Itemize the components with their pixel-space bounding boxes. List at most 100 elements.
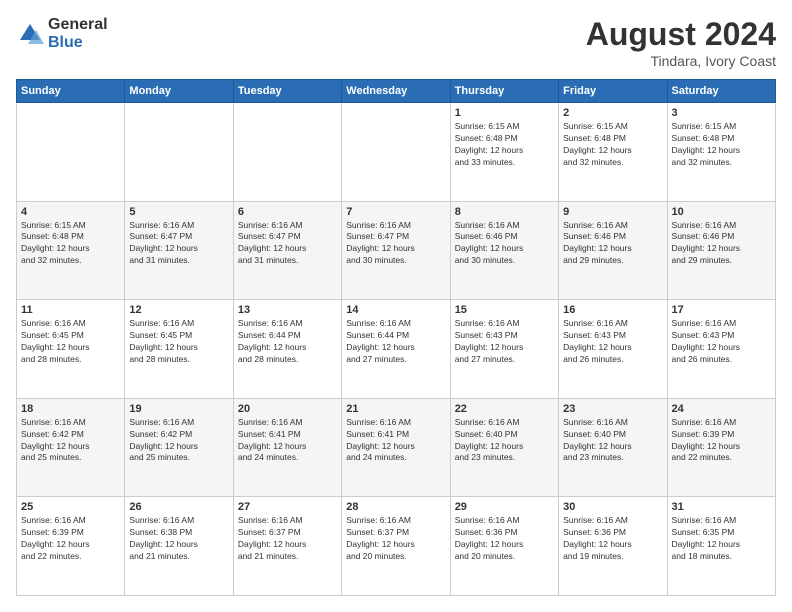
day-info: Sunrise: 6:16 AMSunset: 6:43 PMDaylight:… [563, 318, 662, 366]
day-number: 1 [455, 107, 554, 119]
day-number: 27 [238, 501, 337, 513]
page: General Blue August 2024 Tindara, Ivory … [0, 0, 792, 612]
day-number: 24 [672, 403, 771, 415]
calendar-cell-2-4: 15 Sunrise: 6:16 AMSunset: 6:43 PMDayligh… [450, 300, 558, 399]
calendar-cell-4-4: 29Sunrise: 6:16 AMSunset: 6:36 PMDayligh… [450, 497, 558, 596]
day-info: Sunrise: 6:16 AMSunset: 6:35 PMDaylight:… [672, 515, 771, 563]
day-info: Sunrise: 6:16 AMSunset: 6:39 PMDaylight:… [672, 417, 771, 465]
week-row-1: 1 Sunrise: 6:15 AMSunset: 6:48 PMDaylight… [17, 103, 776, 202]
day-number: 10 [672, 206, 771, 218]
day-number: 28 [346, 501, 445, 513]
day-info: Sunrise: 6:16 AMSunset: 6:44 PMDaylight:… [346, 318, 445, 366]
day-info: Sunrise: 6:16 AMSunset: 6:42 PMDaylight:… [129, 417, 228, 465]
day-info: Sunrise: 6:15 AMSunset: 6:48 PMDaylight:… [21, 220, 120, 268]
calendar-cell-0-0 [17, 103, 125, 202]
day-info: Sunrise: 6:16 AMSunset: 6:37 PMDaylight:… [238, 515, 337, 563]
logo: General Blue [16, 16, 108, 51]
day-info: Sunrise: 6:16 AMSunset: 6:44 PMDaylight:… [238, 318, 337, 366]
calendar-cell-1-0: 4 Sunrise: 6:15 AMSunset: 6:48 PMDaylight… [17, 201, 125, 300]
day-number: 3 [672, 107, 771, 119]
day-number: 31 [672, 501, 771, 513]
calendar-header-row: Sunday Monday Tuesday Wednesday Thursday… [17, 80, 776, 103]
day-info: Sunrise: 6:15 AMSunset: 6:48 PMDaylight:… [672, 121, 771, 169]
day-number: 30 [563, 501, 662, 513]
day-number: 11 [21, 304, 120, 316]
week-row-2: 4 Sunrise: 6:15 AMSunset: 6:48 PMDaylight… [17, 201, 776, 300]
day-info: Sunrise: 6:16 AMSunset: 6:41 PMDaylight:… [238, 417, 337, 465]
col-saturday: Saturday [667, 80, 775, 103]
day-info: Sunrise: 6:16 AMSunset: 6:42 PMDaylight:… [21, 417, 120, 465]
calendar-cell-3-3: 21Sunrise: 6:16 AMSunset: 6:41 PMDayligh… [342, 398, 450, 497]
day-number: 4 [21, 206, 120, 218]
day-number: 25 [21, 501, 120, 513]
day-info: Sunrise: 6:16 AMSunset: 6:43 PMDaylight:… [672, 318, 771, 366]
day-info: Sunrise: 6:16 AMSunset: 6:38 PMDaylight:… [129, 515, 228, 563]
calendar-cell-4-2: 27 Sunrise: 6:16 AMSunset: 6:37 PMDayligh… [233, 497, 341, 596]
day-number: 29 [455, 501, 554, 513]
col-thursday: Thursday [450, 80, 558, 103]
calendar-cell-3-1: 19 Sunrise: 6:16 AMSunset: 6:42 PMDayligh… [125, 398, 233, 497]
calendar-cell-1-5: 9 Sunrise: 6:16 AMSunset: 6:46 PMDaylight… [559, 201, 667, 300]
day-number: 2 [563, 107, 662, 119]
calendar-cell-4-0: 25 Sunrise: 6:16 AMSunset: 6:39 PMDayligh… [17, 497, 125, 596]
calendar-cell-2-2: 13 Sunrise: 6:16 AMSunset: 6:44 PMDayligh… [233, 300, 341, 399]
day-info: Sunrise: 6:16 AMSunset: 6:46 PMDaylight:… [563, 220, 662, 268]
day-info: Sunrise: 6:16 AMSunset: 6:36 PMDaylight:… [563, 515, 662, 563]
week-row-4: 18 Sunrise: 6:16 AMSunset: 6:42 PMDayligh… [17, 398, 776, 497]
day-info: Sunrise: 6:16 AMSunset: 6:37 PMDaylight:… [346, 515, 445, 563]
calendar-cell-1-3: 7 Sunrise: 6:16 AMSunset: 6:47 PMDaylight… [342, 201, 450, 300]
logo-text: General Blue [48, 16, 108, 51]
calendar: Sunday Monday Tuesday Wednesday Thursday… [16, 79, 776, 596]
day-info: Sunrise: 6:16 AMSunset: 6:39 PMDaylight:… [21, 515, 120, 563]
day-number: 15 [455, 304, 554, 316]
calendar-cell-2-3: 14 Sunrise: 6:16 AMSunset: 6:44 PMDayligh… [342, 300, 450, 399]
day-info: Sunrise: 6:16 AMSunset: 6:46 PMDaylight:… [672, 220, 771, 268]
calendar-cell-1-1: 5 Sunrise: 6:16 AMSunset: 6:47 PMDaylight… [125, 201, 233, 300]
calendar-cell-3-6: 24 Sunrise: 6:16 AMSunset: 6:39 PMDayligh… [667, 398, 775, 497]
day-number: 22 [455, 403, 554, 415]
col-wednesday: Wednesday [342, 80, 450, 103]
day-number: 5 [129, 206, 228, 218]
calendar-cell-3-5: 23Sunrise: 6:16 AMSunset: 6:40 PMDayligh… [559, 398, 667, 497]
calendar-cell-2-0: 11Sunrise: 6:16 AMSunset: 6:45 PMDayligh… [17, 300, 125, 399]
day-number: 7 [346, 206, 445, 218]
day-info: Sunrise: 6:16 AMSunset: 6:43 PMDaylight:… [455, 318, 554, 366]
col-friday: Friday [559, 80, 667, 103]
day-info: Sunrise: 6:15 AMSunset: 6:48 PMDaylight:… [455, 121, 554, 169]
calendar-cell-4-3: 28 Sunrise: 6:16 AMSunset: 6:37 PMDayligh… [342, 497, 450, 596]
calendar-cell-3-2: 20 Sunrise: 6:16 AMSunset: 6:41 PMDayligh… [233, 398, 341, 497]
calendar-cell-2-5: 16Sunrise: 6:16 AMSunset: 6:43 PMDayligh… [559, 300, 667, 399]
day-number: 13 [238, 304, 337, 316]
col-monday: Monday [125, 80, 233, 103]
week-row-5: 25 Sunrise: 6:16 AMSunset: 6:39 PMDayligh… [17, 497, 776, 596]
calendar-cell-4-6: 31 Sunrise: 6:16 AMSunset: 6:35 PMDayligh… [667, 497, 775, 596]
day-info: Sunrise: 6:15 AMSunset: 6:48 PMDaylight:… [563, 121, 662, 169]
day-info: Sunrise: 6:16 AMSunset: 6:47 PMDaylight:… [238, 220, 337, 268]
day-number: 8 [455, 206, 554, 218]
main-title: August 2024 [586, 16, 776, 53]
day-info: Sunrise: 6:16 AMSunset: 6:47 PMDaylight:… [129, 220, 228, 268]
week-row-3: 11 Sunrise: 6:16 AMSunset: 6:45 PMDayligh… [17, 300, 776, 399]
calendar-cell-3-4: 22 Sunrise: 6:16 AMSunset: 6:40 PMDayligh… [450, 398, 558, 497]
calendar-cell-1-6: 10 Sunrise: 6:16 AMSunset: 6:46 PMDayligh… [667, 201, 775, 300]
logo-blue-text: Blue [48, 34, 108, 52]
day-number: 19 [129, 403, 228, 415]
day-info: Sunrise: 6:16 AMSunset: 6:47 PMDaylight:… [346, 220, 445, 268]
day-info: Sunrise: 6:16 AMSunset: 6:41 PMDaylight:… [346, 417, 445, 465]
day-number: 12 [129, 304, 228, 316]
day-info: Sunrise: 6:16 AMSunset: 6:40 PMDaylight:… [455, 417, 554, 465]
col-sunday: Sunday [17, 80, 125, 103]
logo-icon [16, 20, 44, 48]
calendar-cell-0-2 [233, 103, 341, 202]
day-number: 9 [563, 206, 662, 218]
title-block: August 2024 Tindara, Ivory Coast [586, 16, 776, 69]
day-number: 14 [346, 304, 445, 316]
calendar-cell-0-6: 3 Sunrise: 6:15 AMSunset: 6:48 PMDaylight… [667, 103, 775, 202]
day-info: Sunrise: 6:16 AMSunset: 6:40 PMDaylight:… [563, 417, 662, 465]
calendar-cell-2-6: 17Sunrise: 6:16 AMSunset: 6:43 PMDayligh… [667, 300, 775, 399]
day-number: 6 [238, 206, 337, 218]
calendar-cell-0-4: 1 Sunrise: 6:15 AMSunset: 6:48 PMDaylight… [450, 103, 558, 202]
day-info: Sunrise: 6:16 AMSunset: 6:45 PMDaylight:… [129, 318, 228, 366]
day-number: 18 [21, 403, 120, 415]
day-number: 20 [238, 403, 337, 415]
